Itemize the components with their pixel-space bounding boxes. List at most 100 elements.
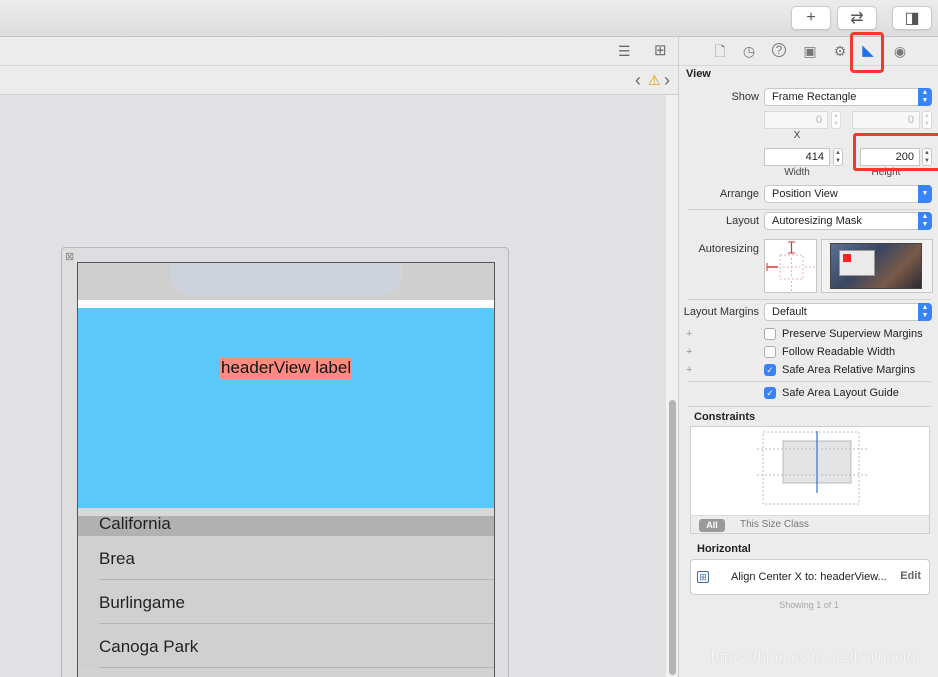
inspector-panel: 🗋 ◷ ? ▣ ⚙ ◣ ◉ View Show Frame Rectangle … <box>678 32 938 677</box>
safe-area-margins-label: Safe Area Relative Margins <box>782 364 916 376</box>
layout-label: Layout <box>725 215 759 227</box>
warning-icon[interactable]: ⚠ <box>648 73 661 87</box>
section-title: California <box>99 514 171 533</box>
file-inspector-icon[interactable]: 🗋 <box>712 43 728 59</box>
table-row[interactable]: Burlingame <box>78 580 494 624</box>
checkmark-icon[interactable]: ✓ <box>764 364 776 376</box>
chevron-right-icon[interactable]: › <box>664 71 670 89</box>
constraints-title: Constraints <box>694 411 756 423</box>
cell-label: Canoga Park <box>99 637 199 656</box>
width-field[interactable]: 414 <box>764 148 830 166</box>
row-separator <box>99 667 494 668</box>
height-field-highlight <box>853 133 938 171</box>
divider <box>687 406 931 407</box>
checkbox-box[interactable] <box>764 328 776 340</box>
chevron-updown-icon: ▲ ▼ <box>918 212 932 230</box>
layout-margins-label: Layout Margins <box>683 306 759 318</box>
arrange-value: Position View <box>772 188 838 200</box>
follow-readable-width-checkbox[interactable]: Follow Readable Width <box>764 345 895 359</box>
identity-inspector-icon[interactable]: ▣ <box>802 43 818 59</box>
chevron-updown-icon: ▲ ▼ <box>918 303 932 321</box>
autoresizing-mask-control[interactable] <box>764 239 817 293</box>
jump-bar: ‹ ⚠ › <box>0 66 678 95</box>
show-label: Show <box>731 91 759 103</box>
size-tab-highlight <box>850 32 884 73</box>
view-controller-scene[interactable]: ⊠ headerView label California Brea Burli… <box>61 247 509 677</box>
table-row[interactable]: Canoga Park <box>78 624 494 668</box>
inspector-tabs: 🗋 ◷ ? ▣ ⚙ ◣ ◉ <box>679 32 938 73</box>
divider <box>687 209 931 210</box>
preview-wallpaper <box>830 243 922 289</box>
scrollbar-thumb[interactable] <box>669 400 676 675</box>
x-field[interactable]: 0 <box>764 111 828 129</box>
preserve-margins-checkbox[interactable]: Preserve Superview Margins <box>764 327 923 341</box>
constraint-row[interactable]: ⊞ Align Center X to: headerView... Edit <box>690 559 930 595</box>
divider <box>687 299 931 300</box>
chevron-down-icon: ▼ <box>918 185 932 203</box>
y-value: 0 <box>907 114 914 126</box>
history-inspector-icon[interactable]: ◷ <box>741 43 757 59</box>
toggle-inspector-button[interactable]: ◨ <box>892 6 932 30</box>
y-field[interactable]: 0 <box>852 111 920 129</box>
add-library-button[interactable]: + <box>791 6 831 30</box>
add-variation-icon[interactable]: + <box>686 364 692 376</box>
swap-arrows-icon: ⇄ <box>850 10 864 27</box>
view-section-title: View <box>686 68 711 80</box>
attributes-inspector-icon[interactable]: ⚙ <box>832 43 848 59</box>
section-header: California <box>78 514 494 536</box>
watermark: https://blog.csdn.net/boildoctor <box>711 649 921 666</box>
add-variation-icon[interactable]: + <box>686 346 692 358</box>
safe-area-margins-checkbox[interactable]: ✓ Safe Area Relative Margins <box>764 363 915 377</box>
device-notch <box>170 263 402 296</box>
show-value: Frame Rectangle <box>772 91 857 103</box>
size-class-filter-button[interactable]: This Size Class <box>740 519 809 530</box>
table-top-inset <box>78 300 494 308</box>
autoresizing-preview <box>821 239 933 293</box>
editor-options-bar: ☰ ⊞ <box>0 37 678 66</box>
device-frame[interactable]: headerView label California Brea Burling… <box>77 262 495 677</box>
vertical-scrollbar[interactable] <box>665 95 678 677</box>
divider <box>687 381 931 382</box>
align-center-x-icon: ⊞ <box>697 571 709 583</box>
constraints-filter-bar: All This Size Class <box>691 515 929 533</box>
window-toolbar: + ⇄ ◨ <box>0 0 938 37</box>
layout-margins-popup[interactable]: Default ▲ ▼ <box>764 303 932 321</box>
chevron-left-icon[interactable]: ‹ <box>635 71 641 89</box>
help-inspector-icon[interactable]: ? <box>772 43 786 57</box>
add-variation-icon[interactable]: + <box>686 328 692 340</box>
preview-marker <box>843 254 851 262</box>
storyboard-canvas[interactable]: ☰ ⊞ ‹ ⚠ › ⊠ headerView label California … <box>0 37 678 677</box>
constraints-diagram[interactable]: All This Size Class <box>690 426 930 534</box>
connections-inspector-icon[interactable]: ◉ <box>892 43 908 59</box>
autoresizing-springs-icon <box>766 241 816 292</box>
checkmark-icon[interactable]: ✓ <box>764 387 776 399</box>
chevron-updown-icon: ▲ ▼ <box>918 88 932 106</box>
safe-area-guide-checkbox[interactable]: ✓ Safe Area Layout Guide <box>764 386 899 400</box>
header-view[interactable]: headerView label <box>78 308 494 508</box>
table-row[interactable]: Brea <box>78 536 494 580</box>
edit-constraint-button[interactable]: Edit <box>900 570 921 582</box>
y-stepper[interactable]: ▲ ▼ <box>922 111 932 129</box>
cell-label: Brea <box>99 549 135 568</box>
preserve-margins-label: Preserve Superview Margins <box>782 328 923 340</box>
width-label: Width <box>784 167 810 178</box>
layout-margins-value: Default <box>772 306 807 318</box>
preview-view-rect <box>839 250 875 276</box>
all-filter-button[interactable]: All <box>699 519 725 532</box>
sidebar-right-icon: ◨ <box>904 10 920 27</box>
constraints-diagram-icon <box>757 431 867 505</box>
constraint-count: Showing 1 of 1 <box>779 600 839 610</box>
code-review-button[interactable]: ⇄ <box>837 6 877 30</box>
editor-options-icon[interactable]: ☰ <box>618 44 631 58</box>
scene-close-icon[interactable]: ⊠ <box>65 250 74 263</box>
width-stepper[interactable]: ▲ ▼ <box>833 148 843 166</box>
checkbox-box[interactable] <box>764 346 776 358</box>
x-stepper[interactable]: ▲ ▼ <box>831 111 841 129</box>
follow-readable-width-label: Follow Readable Width <box>782 346 896 358</box>
header-view-label[interactable]: headerView label <box>220 357 353 379</box>
add-editor-icon[interactable]: ⊞ <box>654 43 667 58</box>
layout-popup[interactable]: Autoresizing Mask ▲ ▼ <box>764 212 932 230</box>
horizontal-section-title: Horizontal <box>697 543 751 555</box>
show-popup[interactable]: Frame Rectangle ▲ ▼ <box>764 88 932 106</box>
arrange-popup[interactable]: Position View ▼ <box>764 185 932 203</box>
